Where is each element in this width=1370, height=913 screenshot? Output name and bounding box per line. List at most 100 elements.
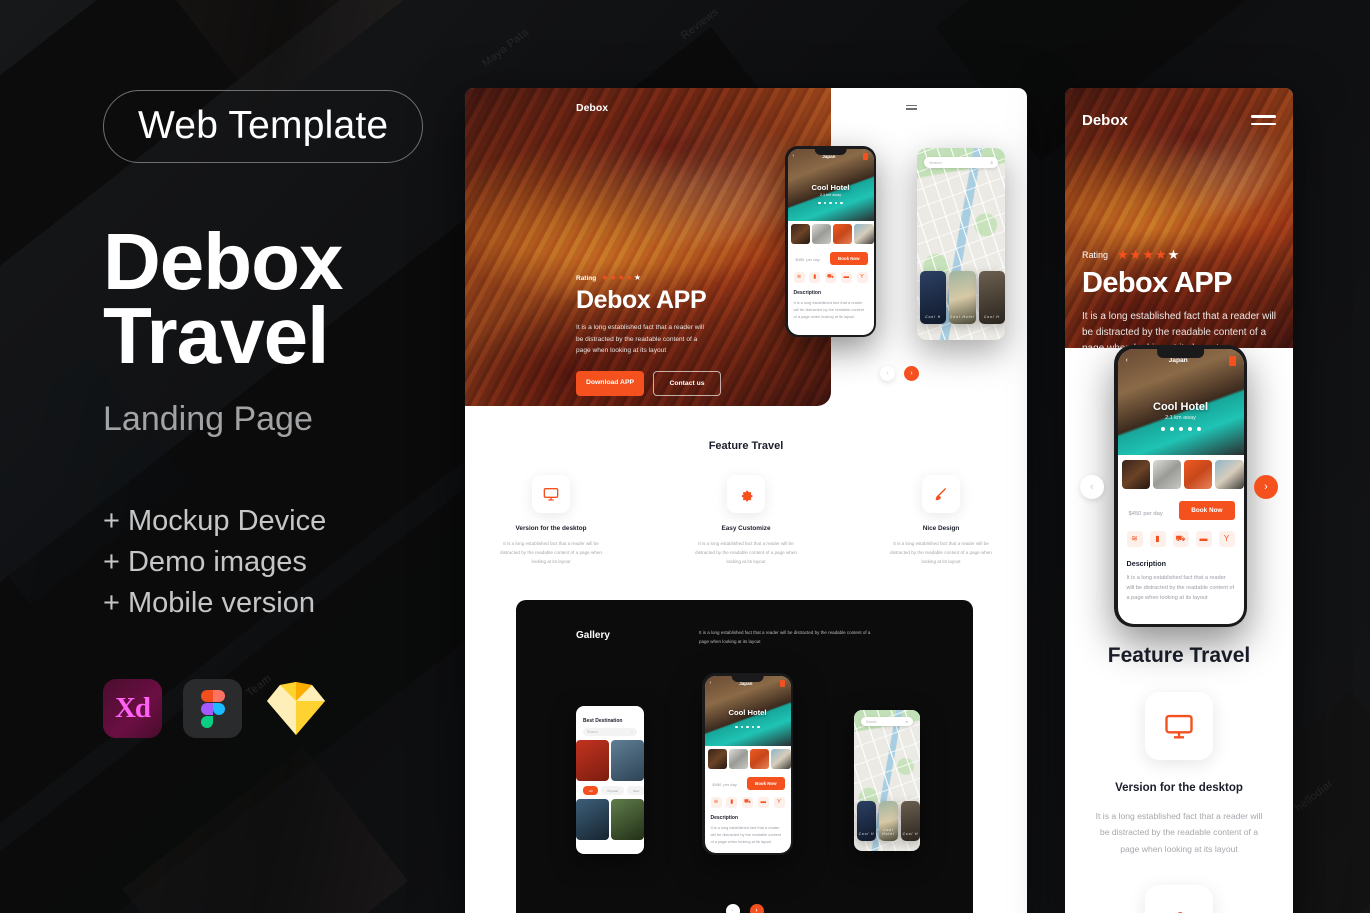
features-grid: Version for the desktop It is a long est… [465,475,1027,567]
back-arrow-icon[interactable]: ‹ [793,153,795,159]
car-icon: ⛟ [1172,530,1189,547]
hero-carousel-controls: ‹ › [880,366,919,381]
map-card-label: Cool H [983,315,1000,319]
mobile-feature-title: Version for the desktop [1115,782,1243,794]
search-icon[interactable]: ⌕ [631,730,633,734]
mobile-hamburger-icon[interactable] [1251,115,1276,130]
best-destination-title: Best Destination [583,718,623,724]
hotel-price: $450 per day [794,253,820,263]
desktop-hamburger-icon[interactable] [906,105,917,112]
gallery-carousel-prev-button[interactable]: ‹ [725,904,740,913]
map-result-cards[interactable]: Cool H Cool Hotel Cool H [917,271,1005,324]
map-search-bar[interactable]: Search ⌕ [861,717,913,726]
feature-list-item: + Mockup Device [103,504,327,537]
hotel-name: Cool Hotel [728,707,767,717]
page-title-line-2: Travel [103,291,329,381]
gallery-paragraph: It is a long established fact that a rea… [699,630,871,644]
mobile-logo[interactable]: Debox [1082,112,1128,129]
gallery-search-placeholder: Search [587,730,598,734]
download-app-button[interactable]: Download APP [576,370,644,396]
hotel-thumbnails[interactable] [788,221,874,247]
hotel-distance: 2.1 km away [1165,414,1196,421]
desktop-features-section: Feature Travel Version for the desktop I… [465,440,1027,567]
destination-row[interactable] [576,736,644,781]
photo-carousel-dots[interactable] [1118,426,1244,431]
mobile-carousel-next-button[interactable]: › [1254,475,1278,499]
gallery-carousel-next-button[interactable]: › [749,904,764,913]
hero-buttons: Download APP Contact us [576,370,721,396]
gallery-search-input[interactable]: Search ⌕ [583,728,637,736]
price-row: $450 per day Book Now [705,772,791,794]
mobile-hero-heading: Debox APP [1082,267,1232,299]
search-icon[interactable]: ⌕ [906,719,908,724]
price-row: $450 per day Book Now [788,247,874,269]
hero-rating: Rating ★★★★★ [576,274,721,282]
signal-icon: ▮ [726,796,738,808]
filter-chips[interactable]: All Popular New [576,781,644,795]
map-phone-mockup: Search ⌕ Cool H Cool Hotel Cool H [917,148,1005,340]
gallery-phone-left: Best Destination Search ⌕ All Popular Ne… [576,706,644,854]
filter-chip: All [583,786,599,795]
sketch-icon [263,679,329,738]
desktop-logo[interactable]: Debox [576,102,608,114]
mobile-carousel-prev-button[interactable]: ‹ [1080,475,1104,499]
hotel-photo: ‹ Japan Cool Hotel 2.1 km away [787,148,874,221]
hotel-thumbnails[interactable] [705,746,791,772]
description-text: It is a long established fact that a rea… [793,299,865,319]
hero-carousel-prev-button[interactable]: ‹ [880,366,895,381]
desktop-gallery-section: Gallery It is a long established fact th… [516,600,973,913]
bookmark-icon[interactable] [780,679,786,687]
photo-carousel-dots[interactable] [788,201,874,205]
map-result-cards[interactable]: Cool H Cool Hotel Cool H [854,801,920,841]
description-title: Description [793,289,822,296]
photo-carousel-dots[interactable] [705,725,791,729]
gear-icon [1145,884,1213,913]
book-now-button[interactable]: Book Now [830,251,868,265]
destination-row[interactable] [576,795,644,840]
map-search-placeholder: Search [866,719,877,724]
gallery-heading: Gallery [576,630,610,641]
book-now-button[interactable]: Book Now [747,776,785,790]
bookmark-icon[interactable] [863,152,869,160]
map-card: Cool Hotel [949,271,976,324]
price-value: $450 [795,257,805,262]
monitor-icon [1145,692,1213,760]
mobile-hero-rating: Rating ★★★★★ [1082,248,1276,261]
description-text: It is a long established fact that a rea… [710,824,782,844]
search-icon[interactable]: ⌕ [990,160,993,166]
feature-title: Version for the desktop [515,525,587,532]
phone-location-title: Japan [1168,357,1188,364]
hotel-name: Cool Hotel [1153,400,1208,413]
bed-icon: ▬ [1195,530,1212,547]
map-card: Cool H [857,801,876,841]
page-subtitle: Landing Page [103,399,313,438]
phone-notch [1156,348,1205,358]
amenities-row: ≋ ▮ ⛟ ▬ Y [705,794,791,813]
gallery-phone-right: Search ⌕ Cool H Cool Hotel Cool H [854,710,920,851]
contact-us-button[interactable]: Contact us [653,370,721,396]
back-arrow-icon[interactable]: ‹ [710,680,712,686]
mobile-features-section: Feature Travel Version for the desktop I… [1065,644,1293,913]
poster-root: Maya Pata Reviews Team hellodiar Web Tem… [0,0,1370,913]
back-arrow-icon[interactable]: ‹ [1126,357,1128,364]
phone-screen: ‹ Japan Cool Hotel 2.1 km away $450 per d… [1117,348,1244,624]
map-search-bar[interactable]: Search ⌕ [924,157,998,168]
gear-icon [727,475,765,513]
hotel-thumbnails[interactable] [1118,455,1244,494]
mobile-carousel-prev-wrap: ‹ [1080,475,1104,499]
map-card-label: Cool Hotel [882,828,895,836]
description-title: Description [710,814,739,821]
feature-card: Easy Customize It is a long established … [688,475,805,567]
feature-text: It is a long established fact that a rea… [890,541,992,564]
hotel-price: $450 per day [711,778,737,788]
best-destination-header: Best Destination Search ⌕ [576,706,644,736]
phone-notch [731,675,764,682]
hero-carousel-next-button[interactable]: › [904,366,919,381]
bookmark-icon[interactable] [1228,355,1236,366]
desktop-hero-content: Rating ★★★★★ Debox APP It is a long esta… [576,274,721,396]
hotel-name: Cool Hotel [811,182,850,192]
drink-icon: Y [1218,530,1235,547]
book-now-button[interactable]: Book Now [1179,500,1235,520]
price-unit: per day [723,782,737,787]
feature-title: Nice Design [922,525,960,532]
